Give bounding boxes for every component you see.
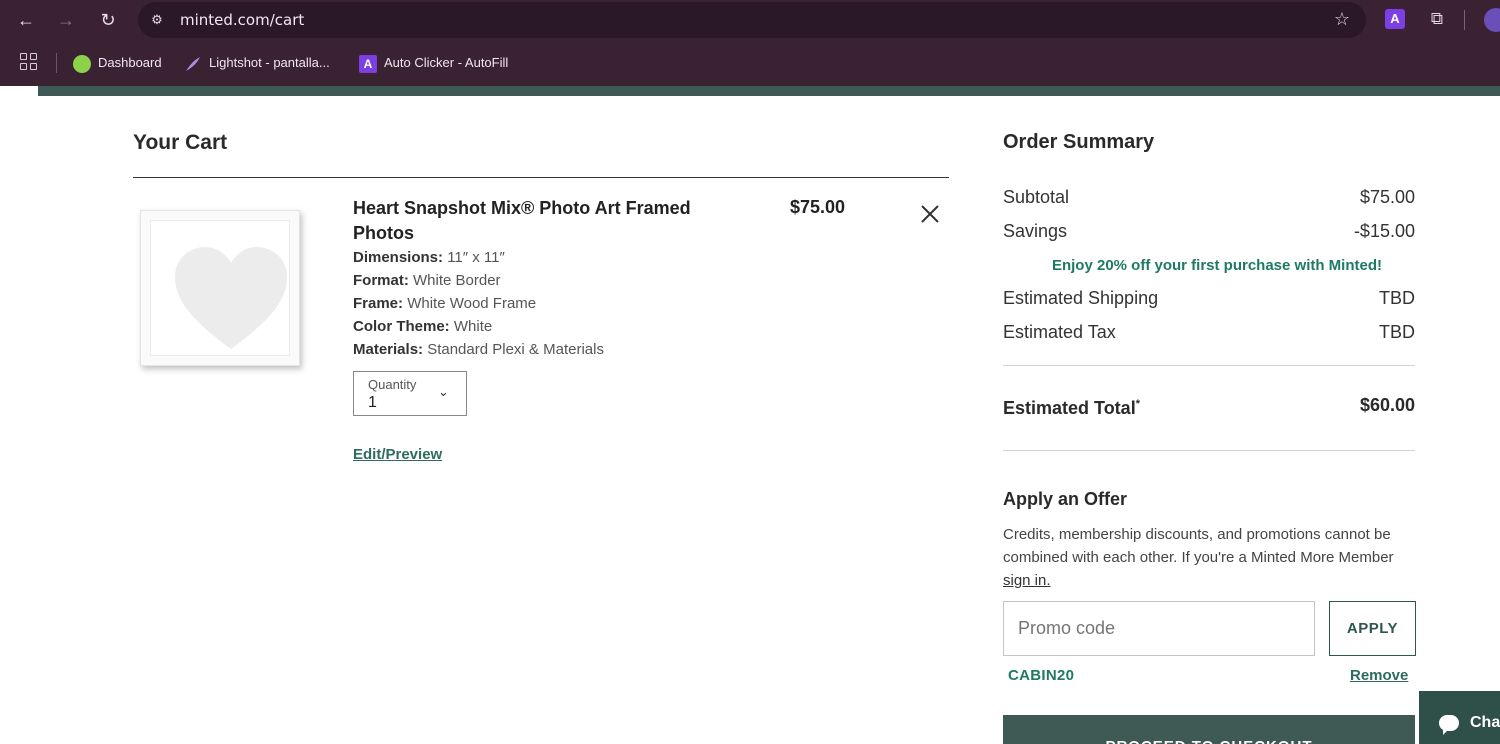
remove-promo-link[interactable]: Remove: [1350, 667, 1408, 684]
apply-button[interactable]: APPLY: [1329, 601, 1416, 656]
subtotal-label: Subtotal: [1003, 187, 1070, 207]
apps-grid-icon[interactable]: [20, 53, 40, 73]
extensions-puzzle-icon[interactable]: ⧉: [1426, 8, 1448, 30]
feather-icon: [184, 55, 202, 73]
bookmark-label: Dashboard: [98, 55, 162, 70]
forward-arrow-icon[interactable]: →: [54, 8, 78, 32]
applied-promo-code: CABIN20: [1008, 667, 1075, 684]
summary-divider: [1003, 365, 1415, 366]
url-text[interactable]: minted.com/cart: [180, 11, 304, 29]
chevron-down-icon: ⌄: [438, 384, 449, 399]
thumbnail-mat: [150, 220, 290, 356]
remove-item-close-icon[interactable]: [917, 201, 943, 227]
order-summary-title: Order Summary: [1003, 131, 1155, 153]
address-bar[interactable]: ⚙ minted.com/cart ☆: [138, 2, 1366, 38]
estimated-total-label: Estimated Total*: [1003, 398, 1140, 418]
savings-label: Savings: [1003, 221, 1068, 241]
heart-collage-image: [175, 247, 287, 349]
sign-in-link[interactable]: sign in.: [1003, 572, 1051, 589]
site-settings-icon[interactable]: ⚙: [148, 11, 166, 29]
chat-label: Cha: [1470, 714, 1500, 731]
spec-format: Format: White Border: [353, 272, 501, 289]
auto-clicker-icon: A: [359, 54, 377, 73]
toolbar-divider: [1464, 10, 1465, 30]
bookmark-star-icon[interactable]: ☆: [1334, 9, 1350, 30]
product-thumbnail[interactable]: [140, 210, 300, 366]
bookmark-auto-clicker[interactable]: A Auto Clicker - AutoFill: [359, 53, 508, 73]
spec-dimensions: Dimensions: 11″ x 11″: [353, 249, 505, 266]
spec-color-theme: Color Theme: White: [353, 318, 493, 335]
promo-message: Enjoy 20% off your first purchase with M…: [1051, 257, 1383, 274]
tax-value: TBD: [1379, 322, 1415, 342]
browser-toolbar: ← → ↻ ⚙ minted.com/cart ☆ A ⧉: [0, 0, 1500, 40]
reload-icon[interactable]: ↻: [96, 8, 120, 32]
bookmark-label: Auto Clicker - AutoFill: [384, 55, 509, 70]
product-name[interactable]: Heart Snapshot Mix® Photo Art Framed Pho…: [353, 196, 733, 246]
bookmarks-divider: [56, 53, 57, 73]
shipping-label: Estimated Shipping: [1003, 288, 1159, 308]
summary-divider: [1003, 450, 1415, 451]
quantity-select[interactable]: Quantity 1 ⌄: [353, 371, 467, 416]
quantity-value: 1: [368, 394, 377, 411]
bookmarks-bar: Dashboard Lightshot - pantalla... A Auto …: [0, 40, 1500, 86]
savings-value: -$15.00: [1353, 221, 1415, 241]
spec-frame: Frame: White Wood Frame: [353, 295, 537, 312]
profile-avatar[interactable]: [1484, 8, 1500, 32]
apply-offer-title: Apply an Offer: [1003, 489, 1128, 509]
proceed-to-checkout-button[interactable]: PROCEED TO CHECKOUT: [1003, 715, 1415, 744]
cart-divider: [133, 177, 949, 178]
estimated-total-value: $60.00: [1359, 395, 1415, 415]
cart-title: Your Cart: [133, 131, 228, 154]
bookmark-lightshot[interactable]: Lightshot - pantalla...: [184, 53, 330, 73]
product-price: $75.00: [790, 197, 846, 217]
site-header-strip: [38, 86, 1500, 96]
chat-bubble-icon: [1439, 715, 1459, 735]
tax-label: Estimated Tax: [1003, 322, 1116, 342]
promo-code-input[interactable]: [1003, 601, 1315, 656]
auto-clicker-extension-icon[interactable]: A: [1385, 9, 1405, 29]
subtotal-value: $75.00: [1359, 187, 1415, 207]
bookmark-label: Lightshot - pantalla...: [209, 55, 330, 70]
bookmark-dashboard[interactable]: Dashboard: [73, 53, 162, 73]
offer-description: Credits, membership discounts, and promo…: [1003, 526, 1394, 589]
shipping-value: TBD: [1379, 288, 1415, 308]
spec-materials: Materials: Standard Plexi & Materials: [353, 341, 604, 358]
dashboard-icon: [73, 54, 91, 73]
edit-preview-link[interactable]: Edit/Preview: [353, 446, 442, 463]
back-arrow-icon[interactable]: ←: [14, 8, 38, 32]
total-footnote-marker: *: [1135, 398, 1140, 410]
chat-button[interactable]: Cha: [1419, 691, 1500, 744]
quantity-label: Quantity: [368, 377, 417, 392]
